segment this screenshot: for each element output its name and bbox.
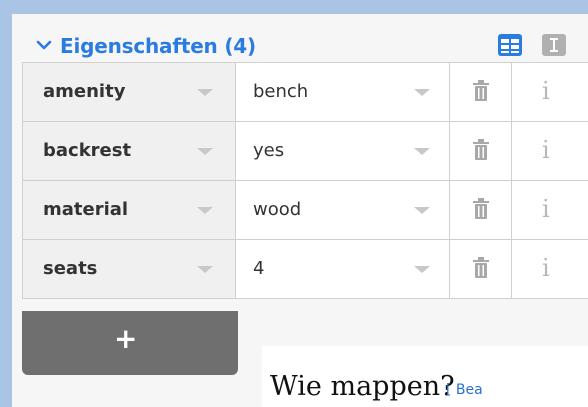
tag-row: material wood i bbox=[22, 181, 588, 240]
tag-key-text[interactable]: backrest bbox=[43, 139, 131, 163]
wiki-title: Wie mappen? bbox=[270, 371, 455, 402]
key-dropdown-caret-icon[interactable] bbox=[197, 266, 213, 273]
trash-icon[interactable] bbox=[472, 138, 490, 162]
tag-value-text[interactable]: bench bbox=[253, 80, 308, 104]
properties-section-header[interactable]: Eigenschaften (4) bbox=[12, 28, 588, 64]
tag-value-text[interactable]: wood bbox=[253, 198, 301, 222]
key-dropdown-caret-icon[interactable] bbox=[197, 148, 213, 155]
tag-row: amenity bench i bbox=[22, 63, 588, 122]
tag-key-field[interactable]: backrest bbox=[22, 122, 236, 180]
tag-key-text[interactable]: seats bbox=[43, 257, 97, 281]
tag-table: amenity bench i backrest yes i material … bbox=[22, 62, 588, 299]
value-dropdown-caret-icon[interactable] bbox=[414, 89, 430, 96]
tag-row: seats 4 i bbox=[22, 240, 588, 299]
info-icon[interactable]: i bbox=[542, 253, 550, 283]
text-view-icon[interactable] bbox=[540, 31, 568, 59]
delete-tag-button[interactable] bbox=[450, 181, 512, 239]
delete-tag-button[interactable] bbox=[450, 240, 512, 298]
add-tag-button[interactable]: + bbox=[22, 311, 238, 375]
tag-info-button[interactable]: i bbox=[512, 63, 588, 121]
tag-key-text[interactable]: material bbox=[43, 198, 128, 222]
value-dropdown-caret-icon[interactable] bbox=[414, 148, 430, 155]
tag-info-button[interactable]: i bbox=[512, 122, 588, 180]
tag-value-text[interactable]: yes bbox=[253, 139, 284, 163]
tag-value-field[interactable]: yes bbox=[236, 122, 450, 180]
tag-info-button[interactable]: i bbox=[512, 181, 588, 239]
tag-key-field[interactable]: material bbox=[22, 181, 236, 239]
tag-key-text[interactable]: amenity bbox=[43, 80, 125, 104]
trash-icon[interactable] bbox=[472, 197, 490, 221]
key-dropdown-caret-icon[interactable] bbox=[197, 207, 213, 214]
tag-value-field[interactable]: 4 bbox=[236, 240, 450, 298]
delete-tag-button[interactable] bbox=[450, 122, 512, 180]
chevron-down-icon[interactable] bbox=[36, 39, 52, 51]
tag-key-field[interactable]: amenity bbox=[22, 63, 236, 121]
delete-tag-button[interactable] bbox=[450, 63, 512, 121]
tag-key-field[interactable]: seats bbox=[22, 240, 236, 298]
value-dropdown-caret-icon[interactable] bbox=[414, 266, 430, 273]
plus-icon[interactable]: + bbox=[114, 322, 137, 356]
trash-icon[interactable] bbox=[472, 79, 490, 103]
wiki-help-box: Wie mappen? [ Bea bbox=[262, 346, 588, 407]
tag-value-field[interactable]: wood bbox=[236, 181, 450, 239]
key-dropdown-caret-icon[interactable] bbox=[197, 89, 213, 96]
tag-value-field[interactable]: bench bbox=[236, 63, 450, 121]
tag-row: backrest yes i bbox=[22, 122, 588, 181]
info-icon[interactable]: i bbox=[542, 135, 550, 165]
trash-icon[interactable] bbox=[472, 256, 490, 280]
tag-info-button[interactable]: i bbox=[512, 240, 588, 298]
tag-value-text[interactable]: 4 bbox=[253, 257, 264, 281]
wiki-edit-link[interactable]: [ Bea bbox=[446, 380, 483, 400]
table-view-icon[interactable] bbox=[496, 31, 524, 59]
value-dropdown-caret-icon[interactable] bbox=[414, 207, 430, 214]
section-title[interactable]: Eigenschaften (4) bbox=[60, 32, 256, 60]
info-icon[interactable]: i bbox=[542, 76, 550, 106]
info-icon[interactable]: i bbox=[542, 194, 550, 224]
